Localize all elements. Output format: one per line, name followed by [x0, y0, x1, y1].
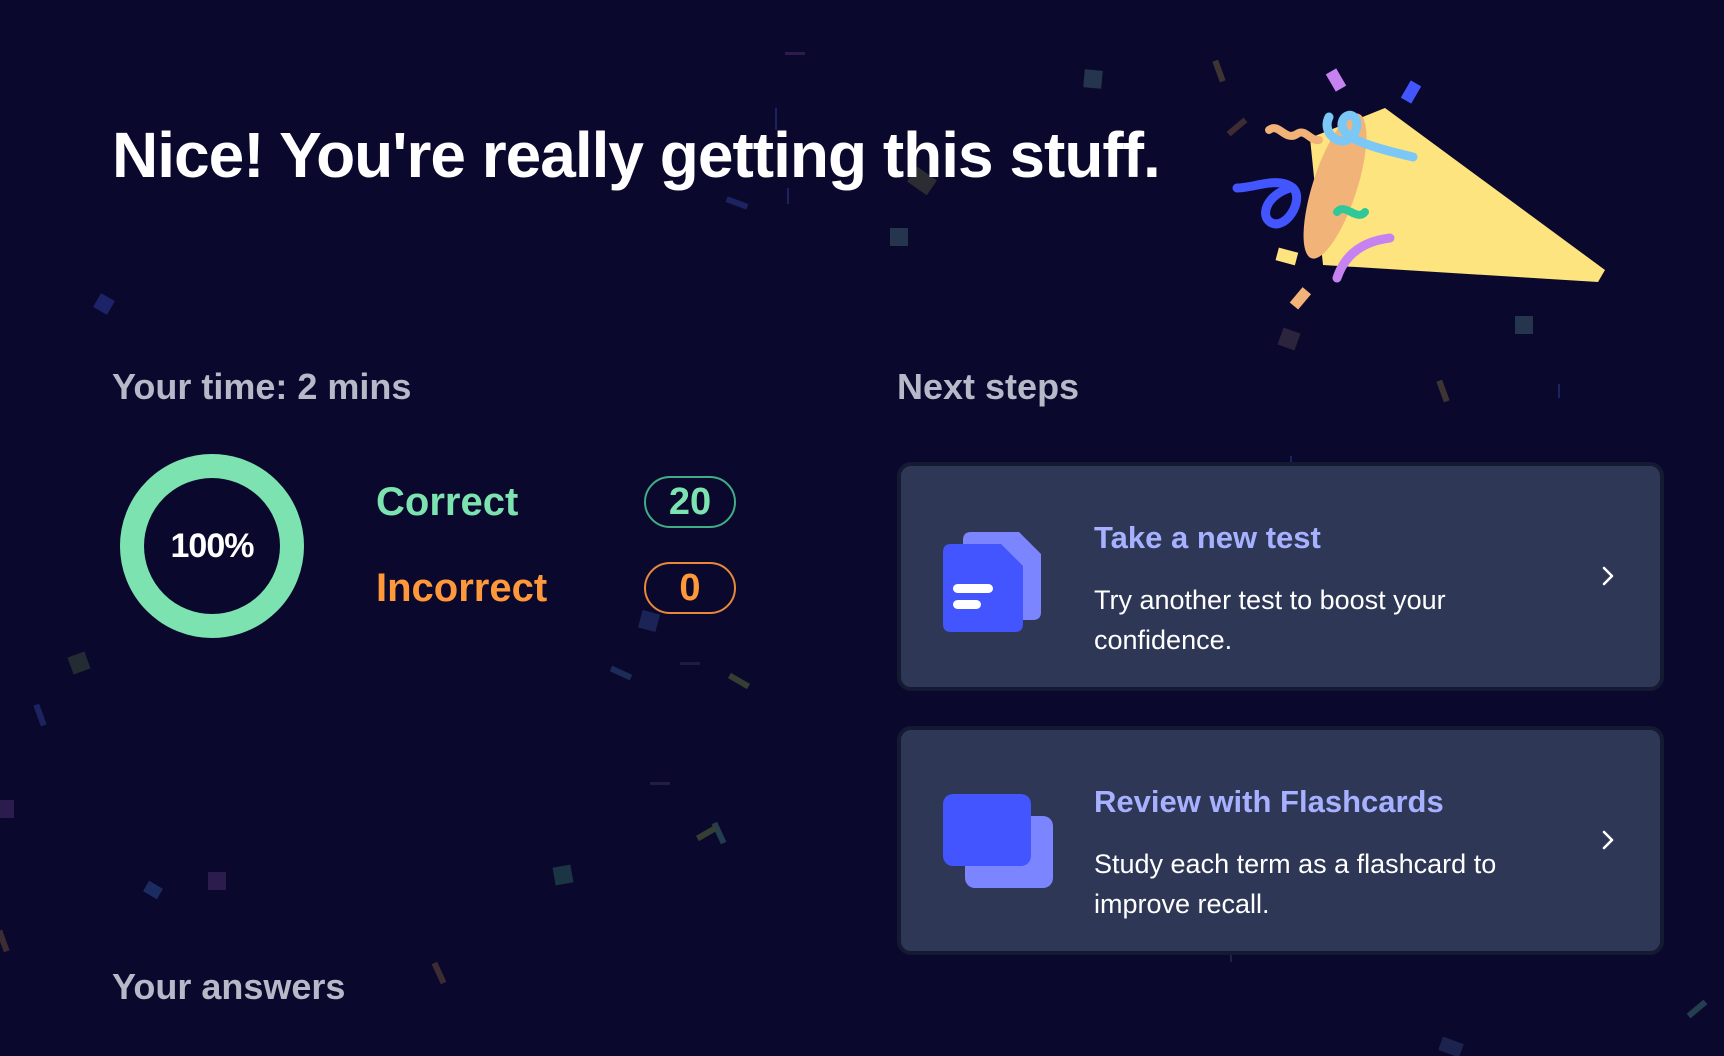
take-new-test-card[interactable]: Take a new test Try another test to boos… — [897, 462, 1664, 691]
test-document-icon — [943, 532, 1041, 632]
flashcards-icon — [943, 794, 1053, 888]
score-ring: 100% — [118, 452, 306, 640]
incorrect-count-badge: 0 — [644, 562, 736, 614]
card-description: Study each term as a flashcard to improv… — [1094, 849, 1497, 919]
your-answers-heading: Your answers — [112, 966, 346, 1007]
results-page: Nice! You're really getting this stuff. … — [0, 0, 1724, 1056]
card-description: Try another test to boost your confidenc… — [1094, 585, 1446, 655]
page-headline: Nice! You're really getting this stuff. — [112, 119, 1161, 191]
chevron-right-icon — [1602, 566, 1614, 586]
review-flashcards-card[interactable]: Review with Flashcards Study each term a… — [897, 726, 1664, 955]
card-title: Review with Flashcards — [1094, 784, 1444, 819]
chevron-right-icon — [1602, 830, 1614, 850]
party-popper-icon — [1232, 68, 1605, 310]
card-title: Take a new test — [1094, 520, 1321, 555]
time-heading: Your time: 2 mins — [112, 366, 412, 407]
next-steps-heading: Next steps — [897, 366, 1080, 407]
incorrect-label: Incorrect — [376, 566, 548, 610]
score-percent: 100% — [170, 526, 255, 565]
correct-count-badge: 20 — [644, 476, 736, 528]
correct-label: Correct — [376, 480, 519, 524]
